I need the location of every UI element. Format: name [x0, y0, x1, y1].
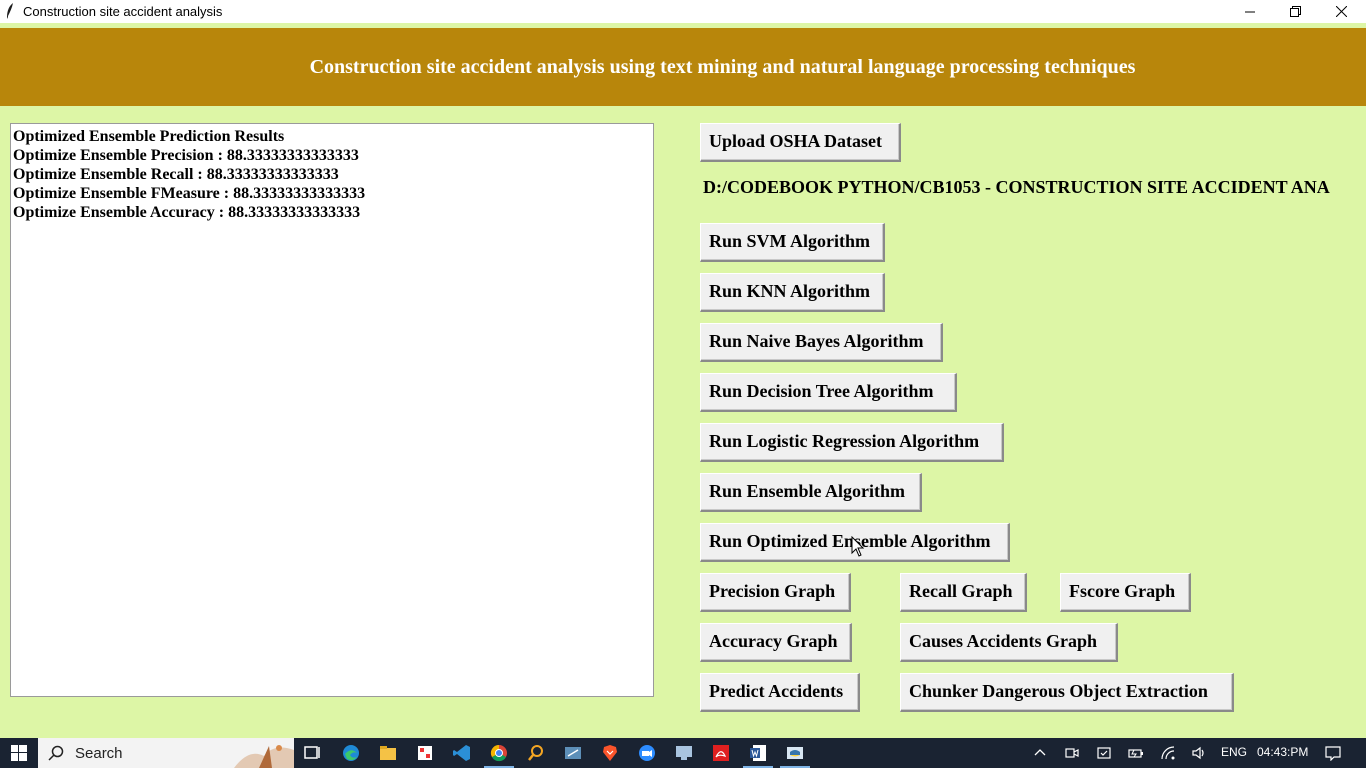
run-ensemble-button[interactable]: Run Ensemble Algorithm	[700, 473, 922, 512]
acrobat-icon[interactable]	[711, 743, 731, 763]
file-explorer-icon[interactable]	[378, 743, 398, 763]
result-line: Optimize Ensemble Accuracy : 88.33333333…	[13, 204, 361, 221]
page-title: Construction site accident analysis usin…	[309, 56, 1136, 78]
remote-desktop-icon[interactable]	[674, 743, 694, 763]
feather-icon	[7, 3, 13, 19]
app-icon[interactable]	[415, 743, 435, 763]
windows-logo-icon	[11, 745, 27, 761]
snipping-tool-icon[interactable]	[563, 743, 583, 763]
header-banner: Construction site accident analysis usin…	[0, 28, 1366, 106]
result-line: Optimize Ensemble Recall : 88.3333333333…	[13, 166, 339, 183]
clock[interactable]: 04:43:PM	[1257, 745, 1308, 759]
result-line: Optimize Ensemble Precision : 88.3333333…	[13, 147, 359, 164]
search-app-icon[interactable]	[526, 743, 546, 763]
results-textarea[interactable]: Optimized Ensemble Prediction Results Op…	[10, 123, 654, 697]
wifi-icon[interactable]	[1160, 745, 1176, 761]
vscode-icon[interactable]	[452, 743, 472, 763]
minimize-icon	[1245, 11, 1255, 12]
chrome-icon[interactable]	[489, 743, 509, 763]
task-view-icon[interactable]	[302, 743, 322, 763]
chevron-up-icon[interactable]	[1032, 745, 1048, 761]
edge-icon[interactable]	[341, 743, 361, 763]
upload-dataset-button[interactable]: Upload OSHA Dataset	[700, 123, 901, 162]
meet-now-icon[interactable]	[1064, 745, 1080, 761]
mouse-cursor-icon	[851, 536, 865, 557]
close-icon	[1335, 6, 1347, 17]
window-title-bar: Construction site accident analysis	[0, 0, 1366, 23]
causes-accidents-graph-button[interactable]: Causes Accidents Graph	[900, 623, 1118, 662]
precision-graph-button[interactable]: Precision Graph	[700, 573, 851, 612]
run-knn-button[interactable]: Run KNN Algorithm	[700, 273, 885, 312]
language-indicator[interactable]: ENG	[1221, 745, 1247, 759]
recall-graph-button[interactable]: Recall Graph	[900, 573, 1027, 612]
chunker-extraction-button[interactable]: Chunker Dangerous Object Extraction	[900, 673, 1234, 712]
result-line: Optimize Ensemble FMeasure : 88.33333333…	[13, 185, 366, 202]
volume-icon[interactable]	[1191, 745, 1207, 761]
brave-icon[interactable]	[600, 743, 620, 763]
run-logistic-regression-button[interactable]: Run Logistic Regression Algorithm	[700, 423, 1004, 462]
run-decision-tree-button[interactable]: Run Decision Tree Algorithm	[700, 373, 957, 412]
start-button[interactable]	[0, 738, 38, 768]
result-line: Optimized Ensemble Prediction Results	[13, 128, 285, 145]
notification-icon[interactable]	[1325, 745, 1341, 761]
restore-button[interactable]	[1272, 0, 1318, 23]
taskbar-search-box[interactable]: Search	[38, 738, 294, 768]
python-icon[interactable]	[785, 743, 805, 763]
run-svm-button[interactable]: Run SVM Algorithm	[700, 223, 885, 262]
taskbar: Search ENG 04:43:PM	[0, 738, 1366, 768]
window-title: Construction site accident analysis	[23, 4, 223, 19]
minimize-button[interactable]	[1227, 0, 1273, 23]
restore-icon	[1289, 6, 1301, 17]
search-icon	[48, 745, 64, 761]
search-highlight-icon	[234, 745, 294, 768]
security-icon[interactable]	[1096, 745, 1112, 761]
battery-icon[interactable]	[1128, 745, 1144, 761]
word-icon[interactable]	[748, 743, 768, 763]
close-button[interactable]	[1318, 0, 1364, 23]
run-naive-bayes-button[interactable]: Run Naive Bayes Algorithm	[700, 323, 943, 362]
accuracy-graph-button[interactable]: Accuracy Graph	[700, 623, 852, 662]
search-placeholder: Search	[75, 745, 123, 762]
dataset-path-label: D:/CODEBOOK PYTHON/CB1053 - CONSTRUCTION…	[703, 177, 1330, 197]
zoom-icon[interactable]	[637, 743, 657, 763]
predict-accidents-button[interactable]: Predict Accidents	[700, 673, 860, 712]
fscore-graph-button[interactable]: Fscore Graph	[1060, 573, 1191, 612]
